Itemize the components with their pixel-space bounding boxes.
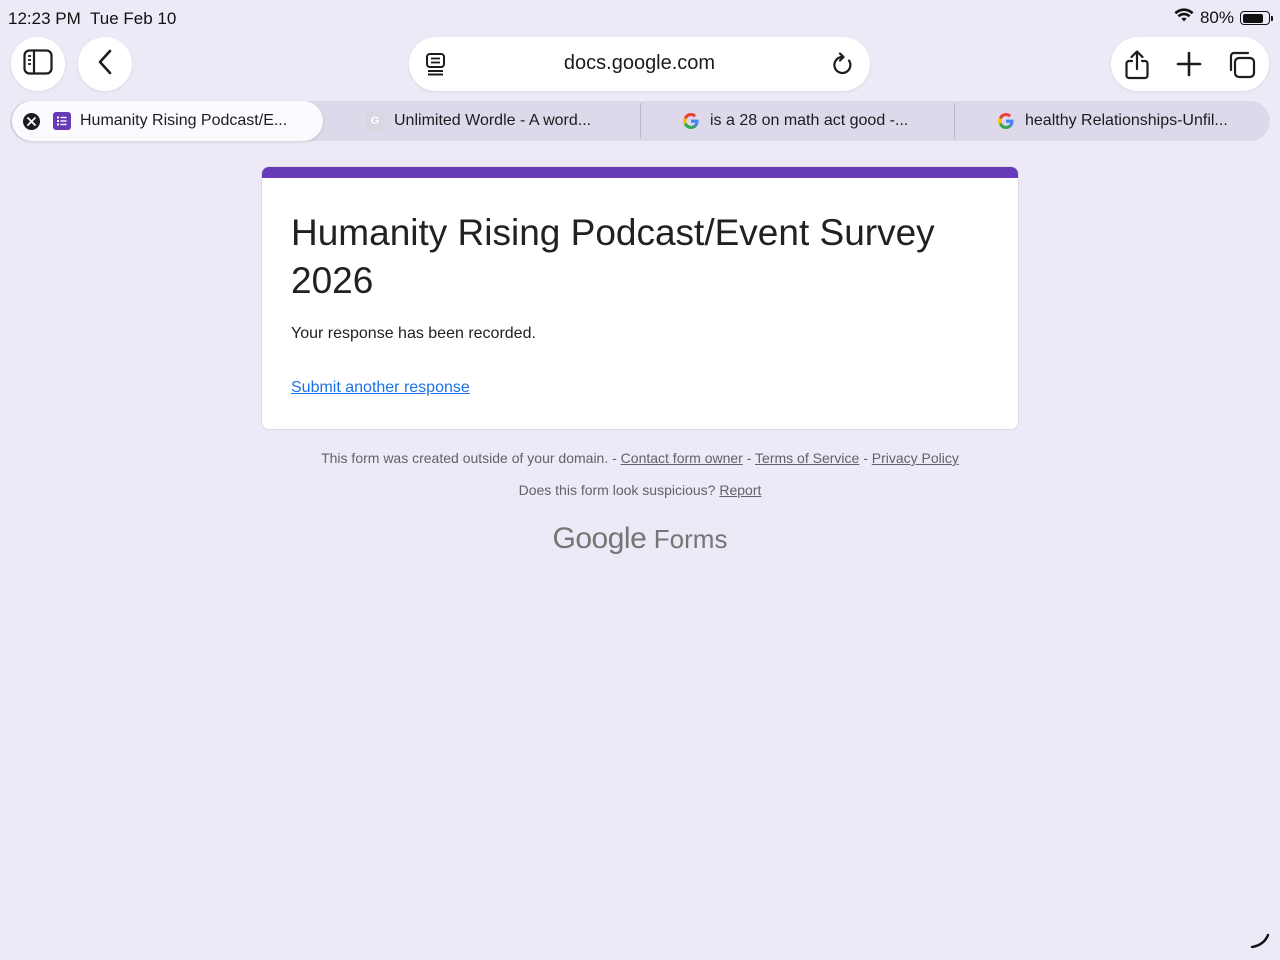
privacy-policy-link[interactable]: Privacy Policy [872, 450, 959, 466]
form-footer-disclaimer: This form was created outside of your do… [0, 450, 1280, 466]
tab-humanity-rising[interactable]: Humanity Rising Podcast/E... [12, 101, 323, 141]
footer-separator: - [746, 450, 752, 466]
chevron-left-icon [97, 49, 113, 80]
tab-title: healthy Relationships-Unfil... [1025, 112, 1228, 129]
contact-owner-link[interactable]: Contact form owner [621, 450, 743, 466]
wifi-icon [1174, 8, 1194, 28]
brand-forms-text: Forms [653, 524, 728, 554]
created-outside-text: This form was created outside of your do… [321, 450, 617, 466]
sidebar-icon [23, 48, 53, 80]
status-bar: 12:23 PM Tue Feb 10 80% [0, 0, 1280, 36]
footer-separator: - [863, 450, 868, 466]
share-icon[interactable] [1123, 50, 1151, 80]
tab-separator [954, 103, 955, 139]
tab-overview-icon[interactable] [1227, 50, 1256, 79]
form-accent-bar [262, 167, 1018, 178]
battery-icon [1240, 11, 1273, 25]
suspicious-text: Does this form look suspicious? [518, 482, 716, 498]
back-button[interactable] [78, 37, 132, 91]
google-g-icon [682, 112, 700, 130]
reload-icon[interactable] [832, 52, 854, 81]
close-tab-icon[interactable] [23, 112, 40, 130]
tab-title: is a 28 on math act good -... [710, 112, 909, 129]
corner-handle-icon [1250, 933, 1270, 954]
google-forms-logo[interactable]: Google Forms [0, 522, 1280, 556]
tab-unlimited-wordle[interactable]: G Unlimited Wordle - A word... [366, 101, 636, 141]
tab-title: Humanity Rising Podcast/E... [80, 112, 288, 129]
submit-another-response-link[interactable]: Submit another response [291, 379, 470, 397]
forms-icon [53, 112, 71, 130]
status-indicators: 80% [1174, 8, 1273, 28]
status-date: Tue Feb 10 [90, 9, 177, 28]
battery-percent: 80% [1199, 8, 1234, 27]
confirmation-message: Your response has been recorded. [291, 325, 536, 342]
report-link[interactable]: Report [719, 482, 761, 498]
sidebar-toggle-button[interactable] [11, 37, 65, 91]
form-footer-report: Does this form look suspicious? Report [0, 482, 1280, 498]
tab-separator [640, 103, 641, 139]
address-bar[interactable]: docs.google.com [409, 37, 870, 91]
tab-healthy-relationships[interactable]: healthy Relationships-Unfil... [997, 101, 1267, 141]
tab-bar: Humanity Rising Podcast/E... G Unlimited… [10, 101, 1270, 141]
google-g-icon [997, 112, 1015, 130]
battery-fill [1242, 13, 1263, 23]
new-tab-icon[interactable] [1175, 50, 1203, 78]
tab-math-act[interactable]: is a 28 on math act good -... [682, 101, 952, 141]
status-time: 12:23 PM [8, 9, 81, 28]
toolbar-right-group [1111, 37, 1269, 91]
form-confirmation-card: Humanity Rising Podcast/Event Survey 202… [261, 166, 1019, 430]
form-title: Humanity Rising Podcast/Event Survey 202… [291, 212, 935, 301]
tab-title: Unlimited Wordle - A word... [394, 112, 592, 129]
brand-google-text: Google [552, 522, 647, 555]
url-text[interactable]: docs.google.com [409, 52, 870, 75]
generic-g-icon: G [366, 112, 384, 130]
terms-of-service-link[interactable]: Terms of Service [755, 450, 859, 466]
